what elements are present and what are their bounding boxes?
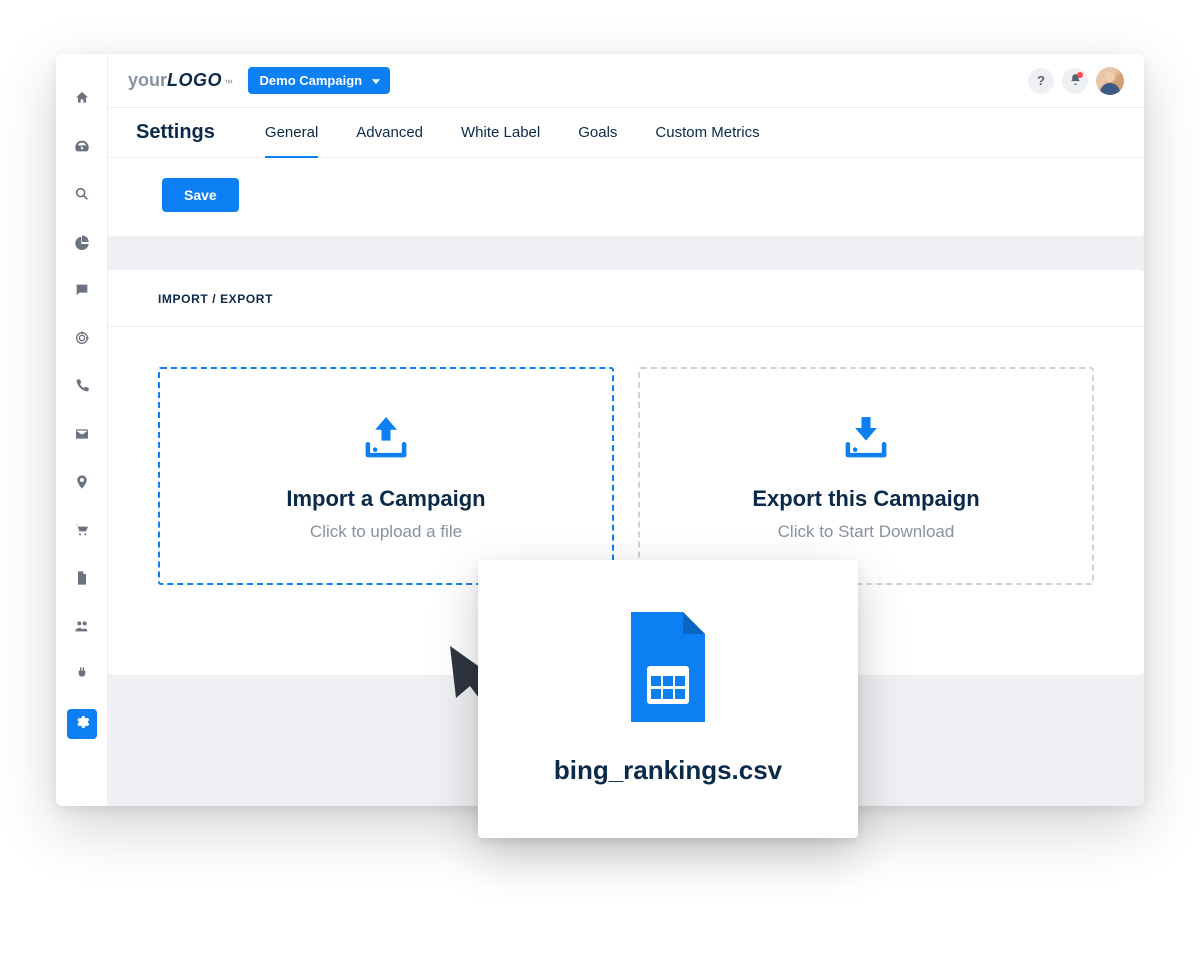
sidebar-item-phone[interactable]	[67, 373, 97, 403]
topbar-right: ?	[1028, 67, 1124, 95]
gauge-icon	[74, 138, 90, 159]
subheader: Settings General Advanced White Label Go…	[108, 108, 1144, 158]
sidebar-item-users[interactable]	[67, 613, 97, 643]
sidebar-item-location[interactable]	[67, 469, 97, 499]
logo-main: LOGO	[167, 70, 222, 91]
gear-icon	[74, 714, 90, 735]
download-icon	[837, 411, 895, 468]
sidebar-item-mail[interactable]	[67, 421, 97, 451]
tab-label: Custom Metrics	[655, 124, 759, 141]
sidebar	[56, 54, 108, 806]
file-icon	[74, 570, 90, 591]
tab-label: Goals	[578, 124, 617, 141]
sidebar-item-file[interactable]	[67, 565, 97, 595]
logo-tm: ™	[224, 78, 234, 88]
dragged-file-name: bing_rankings.csv	[554, 755, 782, 786]
import-dropzone[interactable]: Import a Campaign Click to upload a file	[158, 367, 614, 585]
spreadsheet-file-icon	[623, 612, 713, 727]
notifications-button[interactable]	[1062, 68, 1088, 94]
sidebar-item-chat[interactable]	[67, 277, 97, 307]
tab-custom-metrics[interactable]: Custom Metrics	[655, 108, 759, 158]
tab-goals[interactable]: Goals	[578, 108, 617, 158]
logo-prefix: your	[128, 70, 167, 91]
import-subtitle: Click to upload a file	[310, 522, 462, 542]
save-section: Save	[108, 158, 1144, 236]
dragged-file-card: bing_rankings.csv	[478, 560, 858, 838]
sidebar-item-cart[interactable]	[67, 517, 97, 547]
tab-label: Advanced	[356, 124, 423, 141]
location-icon	[74, 474, 90, 495]
panel-header: IMPORT / EXPORT	[108, 270, 1144, 327]
piechart-icon	[74, 234, 90, 255]
help-button[interactable]: ?	[1028, 68, 1054, 94]
sidebar-item-settings[interactable]	[67, 709, 97, 739]
upload-icon	[357, 411, 415, 468]
home-icon	[74, 90, 90, 111]
notifications-dot	[1077, 72, 1083, 78]
tab-white-label[interactable]: White Label	[461, 108, 540, 158]
tab-label: General	[265, 124, 318, 141]
sidebar-item-analytics[interactable]	[67, 229, 97, 259]
tab-advanced[interactable]: Advanced	[356, 108, 423, 158]
users-icon	[74, 618, 90, 639]
cart-icon	[74, 522, 90, 543]
topbar: yourLOGO™ Demo Campaign ?	[108, 54, 1144, 108]
tab-general[interactable]: General	[265, 108, 318, 158]
tab-label: White Label	[461, 124, 540, 141]
plug-icon	[74, 666, 90, 687]
avatar[interactable]	[1096, 67, 1124, 95]
search-icon	[74, 186, 90, 207]
sidebar-item-dashboard[interactable]	[67, 133, 97, 163]
logo: yourLOGO™	[128, 70, 234, 91]
export-dropzone[interactable]: Export this Campaign Click to Start Down…	[638, 367, 1094, 585]
campaign-selector-label: Demo Campaign	[260, 73, 363, 88]
target-icon	[74, 330, 90, 351]
sidebar-item-plugin[interactable]	[67, 661, 97, 691]
save-button[interactable]: Save	[162, 178, 239, 212]
help-icon: ?	[1037, 73, 1045, 88]
export-subtitle: Click to Start Download	[778, 522, 955, 542]
import-title: Import a Campaign	[286, 486, 485, 512]
page-title: Settings	[136, 121, 215, 144]
campaign-selector[interactable]: Demo Campaign	[248, 67, 391, 94]
phone-icon	[74, 378, 90, 399]
chat-icon	[74, 282, 90, 303]
sidebar-item-home[interactable]	[67, 85, 97, 115]
sidebar-item-target[interactable]	[67, 325, 97, 355]
mail-icon	[74, 426, 90, 447]
sidebar-item-search[interactable]	[67, 181, 97, 211]
export-title: Export this Campaign	[752, 486, 979, 512]
